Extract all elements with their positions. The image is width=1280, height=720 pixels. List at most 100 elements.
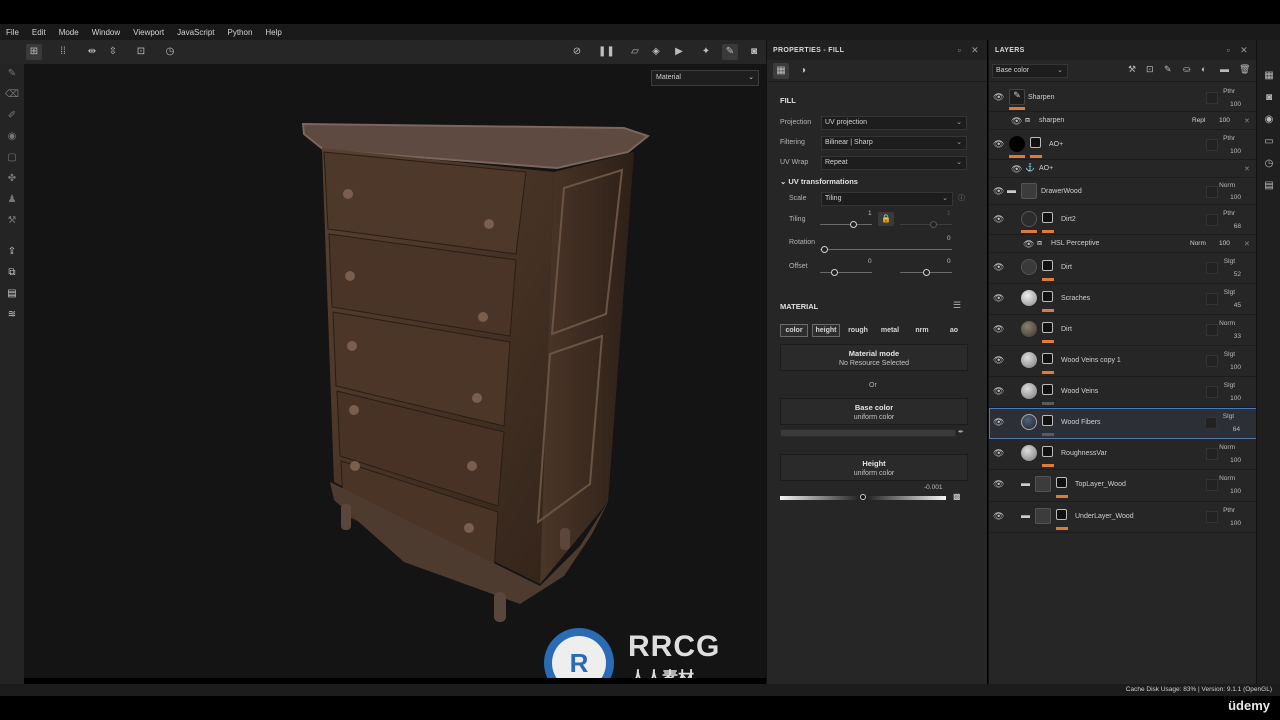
blend-mode[interactable]: Repl xyxy=(1192,117,1205,124)
channel-color[interactable]: color xyxy=(780,324,808,337)
uvwrap-select[interactable]: Repeat ⌄ xyxy=(821,156,967,170)
eraser-tool-icon[interactable]: ⌫ xyxy=(4,87,20,103)
menu-mode[interactable]: Mode xyxy=(59,28,79,37)
info-icon[interactable]: ⓘ xyxy=(958,193,965,203)
opacity-value[interactable]: 100 xyxy=(1230,101,1241,108)
layer-row[interactable]: 👁 ⧈ sharpen Repl 100 ✕ xyxy=(989,112,1257,130)
eye-icon[interactable]: 👁 xyxy=(1023,239,1034,250)
add-fill-layer-icon[interactable]: ⛀ xyxy=(1183,64,1191,75)
eye-icon[interactable]: 👁 xyxy=(993,139,1004,150)
rotation-slider-knob[interactable] xyxy=(821,246,828,253)
base-color-swatch[interactable] xyxy=(780,429,956,437)
history-icon[interactable]: ◷ xyxy=(162,44,178,60)
base-color-card[interactable]: Base color uniform color xyxy=(780,398,968,425)
eye-icon[interactable]: 👁 xyxy=(1011,164,1022,175)
maximize-icon[interactable]: ▫ xyxy=(1227,45,1231,55)
checker-icon[interactable]: ▩ xyxy=(953,492,961,501)
projection-select[interactable]: UV projection ⌄ xyxy=(821,116,967,130)
blend-mode[interactable]: Norm xyxy=(1207,320,1235,327)
screenshot-icon[interactable]: ◙ xyxy=(746,44,762,60)
layer-row-selected[interactable]: 👁 Wood Fibers Slgt 64 xyxy=(989,408,1257,439)
3d-viewport[interactable]: Material⌄ R RRCG 人人素材 xyxy=(24,64,766,678)
eye-icon[interactable]: 👁 xyxy=(993,386,1004,397)
menu-javascript[interactable]: JavaScript xyxy=(177,28,214,37)
menu-file[interactable]: File xyxy=(6,28,19,37)
tiling-v-slider-knob[interactable] xyxy=(930,221,937,228)
list-menu-icon[interactable]: ☰ xyxy=(953,300,961,311)
blend-mode[interactable]: Pthr xyxy=(1207,507,1235,514)
opacity-value[interactable]: 33 xyxy=(1234,333,1241,340)
layer-row[interactable]: 👁 Dirt2 Pthr 68 xyxy=(989,205,1257,235)
blend-mode[interactable]: Slgt xyxy=(1207,351,1235,358)
effects-icon[interactable]: ⚒ xyxy=(1128,64,1136,75)
viewer-settings-icon[interactable]: ▭ xyxy=(1261,134,1277,150)
paint-tool-icon[interactable]: ✎ xyxy=(4,66,20,82)
opacity-value[interactable]: 100 xyxy=(1230,148,1241,155)
menu-viewport[interactable]: Viewport xyxy=(133,28,164,37)
remove-icon[interactable]: ✕ xyxy=(1244,117,1250,125)
shader-settings-icon[interactable]: ◉ xyxy=(1261,112,1277,128)
blend-mode[interactable]: Pthr xyxy=(1207,88,1235,95)
layer-row[interactable]: 👁 ▬ UnderLayer_Wood Pthr 100 xyxy=(989,502,1257,533)
layer-row[interactable]: 👁 ✎ Sharpen Pthr 100 xyxy=(989,84,1257,112)
opacity-value[interactable]: 100 xyxy=(1230,520,1241,527)
channel-metal[interactable]: metal xyxy=(876,324,904,337)
layer-row[interactable]: 👁 Wood Veins Slgt 100 xyxy=(989,377,1257,408)
tiling-v-slider[interactable] xyxy=(900,224,952,225)
close-icon[interactable]: ✕ xyxy=(1240,45,1248,56)
blend-mode[interactable]: Slgt xyxy=(1207,289,1235,296)
opacity-value[interactable]: 100 xyxy=(1230,457,1241,464)
eye-icon[interactable]: 👁 xyxy=(1011,116,1022,127)
export-icon[interactable]: ⇪ xyxy=(4,244,20,260)
mirror-y-icon[interactable]: ⇳ xyxy=(105,44,121,60)
add-mask-icon[interactable]: ⊡ xyxy=(1146,64,1154,75)
opacity-value[interactable]: 45 xyxy=(1234,302,1241,309)
blend-mode[interactable]: Slgt xyxy=(1207,258,1235,265)
uv-transformations-heading[interactable]: ⌄ UV transformations xyxy=(780,177,858,186)
eye-icon[interactable]: 👁 xyxy=(993,293,1004,304)
opacity-value[interactable]: 100 xyxy=(1230,364,1241,371)
opacity-value[interactable]: 100 xyxy=(1230,395,1241,402)
tiling-slider[interactable] xyxy=(820,224,872,225)
eyedropper-icon[interactable]: ✒ xyxy=(958,428,964,436)
layer-row[interactable]: 👁 RoughnessVar Norm 100 xyxy=(989,439,1257,470)
tiling-slider-knob[interactable] xyxy=(850,221,857,228)
layer-row[interactable]: 👁 Scraches Slgt 45 xyxy=(989,284,1257,315)
add-smart-material-icon[interactable]: ◐ xyxy=(1201,64,1206,74)
offset-x-slider[interactable] xyxy=(820,272,872,273)
material-mode-card[interactable]: Material mode No Resource Selected xyxy=(780,344,968,371)
lock-icon[interactable]: 🔒 xyxy=(878,212,894,226)
opacity-value[interactable]: 100 xyxy=(1219,117,1230,124)
channel-rough[interactable]: rough xyxy=(844,324,872,337)
display-settings-icon[interactable]: ◙ xyxy=(1261,90,1277,106)
layer-row[interactable]: 👁 ⧈ HSL Perceptive Norm 100 ✕ xyxy=(989,235,1257,253)
blend-mode[interactable]: Pthr xyxy=(1207,135,1235,142)
geometry-fill-icon[interactable]: ◉ xyxy=(4,129,20,145)
remove-icon[interactable]: ✕ xyxy=(1244,240,1250,248)
document-icon[interactable]: ▤ xyxy=(4,286,20,302)
channel-select[interactable]: Base color ⌄ xyxy=(992,64,1068,78)
eye-icon[interactable]: 👁 xyxy=(993,448,1004,459)
view-2d-icon[interactable]: ▱ xyxy=(627,44,643,60)
add-frame-icon[interactable]: ⊡ xyxy=(133,44,149,60)
eye-icon[interactable]: 👁 xyxy=(993,479,1004,490)
mirror-x-icon[interactable]: ⇹ xyxy=(84,44,100,60)
rotation-slider[interactable] xyxy=(820,249,952,250)
layer-row[interactable]: 👁 AO+ Pthr 100 xyxy=(989,130,1257,160)
remove-icon[interactable]: ✕ xyxy=(1244,165,1250,173)
smudge-tool-icon[interactable]: ▢ xyxy=(4,150,20,166)
grid-snap-icon[interactable]: ⊞ xyxy=(26,44,42,60)
height-slider-knob[interactable] xyxy=(860,494,866,500)
eye-icon[interactable]: 👁 xyxy=(993,417,1004,428)
projection-tool-icon[interactable]: ✐ xyxy=(4,108,20,124)
view-3d-icon[interactable]: ◈ xyxy=(648,44,664,60)
camera-icon[interactable]: ▶ xyxy=(671,44,687,60)
hide-ui-icon[interactable]: ⊘ xyxy=(569,44,585,60)
material-tab-icon[interactable]: ◑ xyxy=(795,63,811,79)
offset-x-knob[interactable] xyxy=(831,269,838,276)
material-picker-icon[interactable]: ♟ xyxy=(4,192,20,208)
opacity-value[interactable]: 100 xyxy=(1219,240,1230,247)
blend-mode[interactable]: Slgt xyxy=(1207,382,1235,389)
viewport-mode-select[interactable]: Material ⌄ xyxy=(651,70,759,86)
opacity-value[interactable]: 68 xyxy=(1234,223,1241,230)
